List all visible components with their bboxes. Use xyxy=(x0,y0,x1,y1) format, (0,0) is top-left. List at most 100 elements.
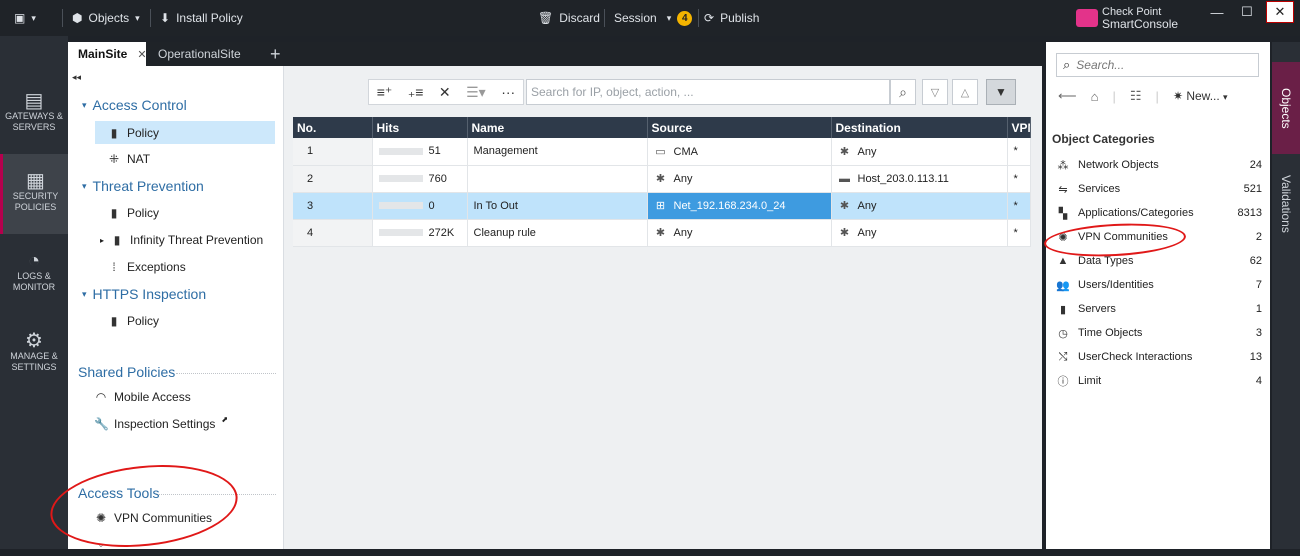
rule-name[interactable] xyxy=(467,165,648,193)
rule-source[interactable]: ✱ Any xyxy=(647,165,832,193)
hits-value: 0 xyxy=(428,199,435,212)
add-tab-button[interactable]: + xyxy=(260,42,291,66)
nav-logs-monitor[interactable]: ◔ LOGS & MONITOR xyxy=(0,234,68,314)
category-time-objects[interactable]: ◷ Time Objects 3 xyxy=(1056,323,1262,343)
collapse-pane-icon[interactable]: ◂◂ xyxy=(72,72,81,83)
cube-icon: ⬢ xyxy=(72,11,83,25)
rule-name[interactable]: In To Out xyxy=(467,192,648,220)
category-users-identities[interactable]: 👥 Users/Identities 7 xyxy=(1056,275,1262,295)
back-arrow-icon[interactable]: ⟵ xyxy=(1058,88,1077,104)
app-menu-button[interactable]: ▣ ▾ xyxy=(14,0,36,36)
tab-operationalsite[interactable]: OperationalSite xyxy=(148,42,251,66)
hits-value: 272K xyxy=(428,226,455,239)
category-applications[interactable]: ▚ Applications/Categories 8313 xyxy=(1056,203,1262,223)
tree-inspection-settings[interactable]: 🔧 Inspection Settings ⬈ xyxy=(94,415,228,432)
list-view-icon[interactable]: ☷ xyxy=(1130,88,1142,104)
home-icon[interactable]: ⌂ xyxy=(1091,89,1099,104)
close-window-button[interactable]: ✕ xyxy=(1266,1,1294,23)
rule-source[interactable]: ✱ Any xyxy=(647,219,832,247)
category-network-objects[interactable]: ⁂ Network Objects 24 xyxy=(1056,155,1263,175)
category-limit[interactable]: ⓘ Limit 4 xyxy=(1056,371,1263,391)
nav-security-policies[interactable]: ▦ SECURITY POLICIES xyxy=(0,154,68,234)
rule-vpn[interactable]: * xyxy=(1007,165,1031,193)
divider xyxy=(176,373,276,374)
rule-destination[interactable]: ✱ Any xyxy=(831,219,1008,247)
next-match-button[interactable]: ▽ xyxy=(922,79,948,105)
nav-manage-settings[interactable]: ⚙ MANAGE & SETTINGS xyxy=(0,314,68,394)
rule-number: 2 xyxy=(293,165,373,193)
policy-icon: ▮ xyxy=(110,206,118,220)
brand-logo: Check Point SmartConsole xyxy=(1076,0,1178,36)
rule-vpn[interactable]: * xyxy=(1007,138,1031,166)
rule-source[interactable]: ⊞ Net_192.168.234.0_24 xyxy=(647,192,832,220)
category-usercheck-interactions[interactable]: ⤭ UserCheck Interactions 13 xyxy=(1056,347,1262,367)
minimize-button[interactable]: — xyxy=(1202,0,1232,24)
column-header[interactable]: Hits xyxy=(372,117,468,138)
tree-access-control[interactable]: ▾ Access Control xyxy=(82,97,187,113)
tree-infinity-threat-prevention[interactable]: ▸ ▮ Infinity Threat Prevention xyxy=(100,233,263,247)
tab-validations[interactable]: Validations xyxy=(1272,156,1300,252)
rule-vpn[interactable]: * xyxy=(1007,192,1031,220)
table-row[interactable]: 1 51 Management ▭ CMA ✱ Any * xyxy=(293,138,1031,166)
tree-mobile-access[interactable]: ◠ Mobile Access xyxy=(94,390,191,404)
rule-destination[interactable]: ▬ Host_203.0.113.11 xyxy=(831,165,1008,193)
clock-icon: ◷ xyxy=(1058,327,1068,340)
session-button[interactable]: Session ▾ 4 xyxy=(614,0,693,36)
objects-menu-button[interactable]: ⬢ Objects ▾ xyxy=(72,0,140,36)
category-name: Data Types xyxy=(1078,255,1134,267)
new-object-button[interactable]: ✷ New... ▾ xyxy=(1173,89,1228,103)
rule-destination[interactable]: ✱ Any xyxy=(831,138,1008,166)
filter-icon[interactable]: ▼ xyxy=(986,79,1016,105)
discard-button[interactable]: 🗑 Discard xyxy=(538,0,600,36)
hits-bar xyxy=(378,229,423,237)
hits-value: 51 xyxy=(428,145,441,158)
tree-https-policy[interactable]: ▮ Policy xyxy=(107,314,159,328)
column-header[interactable]: Source xyxy=(647,117,832,138)
brand-bottom: SmartConsole xyxy=(1102,17,1179,31)
rule-table: No. Hits Name Source Destination VPN 1 5… xyxy=(293,117,1031,247)
rule-hits: 272K xyxy=(372,219,468,247)
column-header[interactable]: VPN xyxy=(1007,117,1031,138)
tree-exceptions[interactable]: ⁞ Exceptions xyxy=(107,260,185,274)
table-row-selected[interactable]: 3 0 In To Out ⊞ Net_192.168.234.0_24 ✱ Any… xyxy=(293,192,1031,220)
tree-access-policy[interactable]: ▮ Policy xyxy=(95,121,275,144)
limit-icon: ⓘ xyxy=(1057,376,1069,388)
nav-gateways-servers[interactable]: ▤ GATEWAYS & SERVERS xyxy=(0,74,68,154)
host-icon: ▬ xyxy=(839,172,850,185)
install-policy-button[interactable]: ⬇ Install Policy xyxy=(160,0,243,36)
tab-mainsite[interactable]: MainSite ✕ xyxy=(68,42,147,66)
table-row[interactable]: 2 760 ✱ Any ▬ Host_203.0.113.11 * xyxy=(293,165,1031,193)
prev-match-button[interactable]: △ xyxy=(952,79,978,105)
tree-nat[interactable]: ⁜ NAT xyxy=(107,152,150,166)
rule-search-input[interactable]: Search for IP, object, action, ... xyxy=(526,79,890,105)
tree-tp-policy[interactable]: ▮ Policy xyxy=(107,206,159,220)
item-label: Infinity Threat Prevention xyxy=(130,233,264,247)
column-header[interactable]: No. xyxy=(293,117,373,138)
actions-menu-icon[interactable]: ☰▾ xyxy=(466,84,486,101)
close-icon[interactable]: ✕ xyxy=(137,48,146,61)
more-icon[interactable]: ··· xyxy=(501,84,515,100)
add-rule-below-icon[interactable]: ₊≡ xyxy=(408,84,424,101)
publish-button[interactable]: ⟳ Publish xyxy=(704,0,759,36)
column-header[interactable]: Name xyxy=(467,117,648,138)
tab-objects[interactable]: Objects xyxy=(1272,62,1300,154)
category-count: 3 xyxy=(1255,327,1262,339)
category-services[interactable]: ⇋ Services 521 xyxy=(1056,179,1262,199)
category-count: 4 xyxy=(1255,375,1262,387)
category-servers[interactable]: ▮ Servers 1 xyxy=(1056,299,1262,319)
tree-https-inspection[interactable]: ▾ HTTPS Inspection xyxy=(82,286,206,302)
maximize-button[interactable]: ☐ xyxy=(1232,0,1262,24)
rule-vpn[interactable]: * xyxy=(1007,219,1031,247)
table-row[interactable]: 4 272K Cleanup rule ✱ Any ✱ Any * xyxy=(293,219,1031,247)
rule-name[interactable]: Cleanup rule xyxy=(467,219,648,247)
tree-threat-prevention[interactable]: ▾ Threat Prevention xyxy=(82,178,204,194)
column-header[interactable]: Destination xyxy=(831,117,1008,138)
delete-rule-icon[interactable]: ✕ xyxy=(439,84,451,101)
search-icon[interactable]: ⌕ xyxy=(890,79,916,105)
rule-name[interactable]: Management xyxy=(467,138,648,166)
rule-destination[interactable]: ✱ Any xyxy=(831,192,1008,220)
object-search-input[interactable]: ⌕ Search... xyxy=(1056,53,1259,77)
add-rule-above-icon[interactable]: ≡⁺ xyxy=(377,84,393,101)
rule-source[interactable]: ▭ CMA xyxy=(647,138,832,166)
rulebase-pane: ≡⁺ ₊≡ ✕ ☰▾ ··· Search for IP, object, ac… xyxy=(284,66,1042,549)
